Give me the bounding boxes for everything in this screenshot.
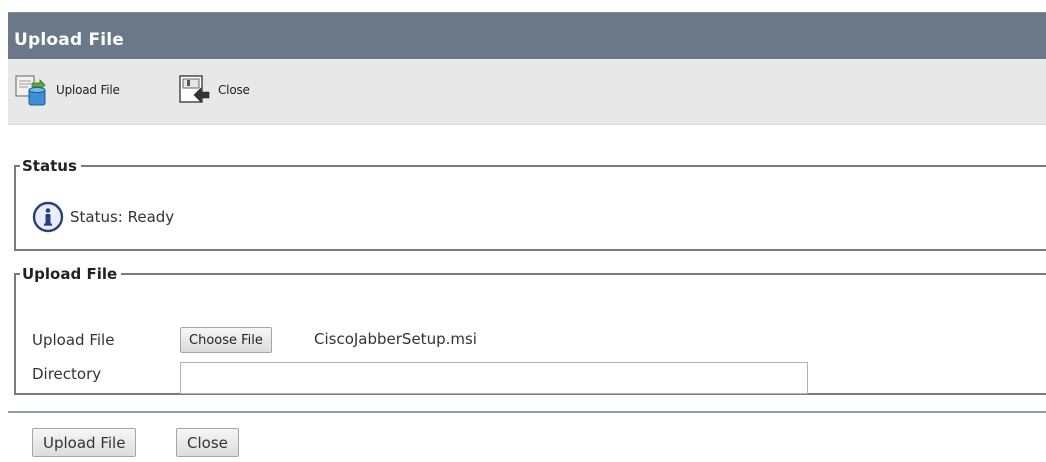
content-area: Status Status: Ready Upload File Upload … <box>8 125 1046 462</box>
toolbar-upload-file-button[interactable]: Upload File <box>12 73 120 107</box>
upload-file-page: Upload File Upload File Close Status Sta… <box>0 0 1046 462</box>
upload-file-legend: Upload File <box>22 265 118 283</box>
upload-file-section: Upload File Upload File Choose File Cisc… <box>14 265 1046 395</box>
title-bar: Upload File <box>8 12 1046 59</box>
upload-file-icon <box>12 73 50 107</box>
footer-divider <box>8 411 1046 413</box>
status-text: Status: Ready <box>70 208 175 226</box>
page-title: Upload File <box>14 30 125 50</box>
toolbar: Upload File Close <box>8 59 1046 125</box>
toolbar-upload-file-label: Upload File <box>56 83 120 97</box>
close-icon <box>174 73 212 107</box>
upload-file-button[interactable]: Upload File <box>32 428 137 457</box>
top-margin <box>0 0 1046 12</box>
status-legend: Status <box>22 157 77 175</box>
upload-file-label: Upload File <box>32 331 115 349</box>
status-row: Status: Ready <box>32 201 174 233</box>
directory-input[interactable] <box>180 362 808 394</box>
info-icon <box>32 201 64 233</box>
status-section: Status Status: Ready <box>14 157 1046 251</box>
directory-label: Directory <box>32 365 102 383</box>
choose-file-button[interactable]: Choose File <box>180 327 272 353</box>
toolbar-close-button[interactable]: Close <box>174 73 250 107</box>
chosen-file-name: CiscoJabberSetup.msi <box>314 330 477 348</box>
toolbar-close-label: Close <box>218 83 250 97</box>
close-button[interactable]: Close <box>176 428 239 457</box>
